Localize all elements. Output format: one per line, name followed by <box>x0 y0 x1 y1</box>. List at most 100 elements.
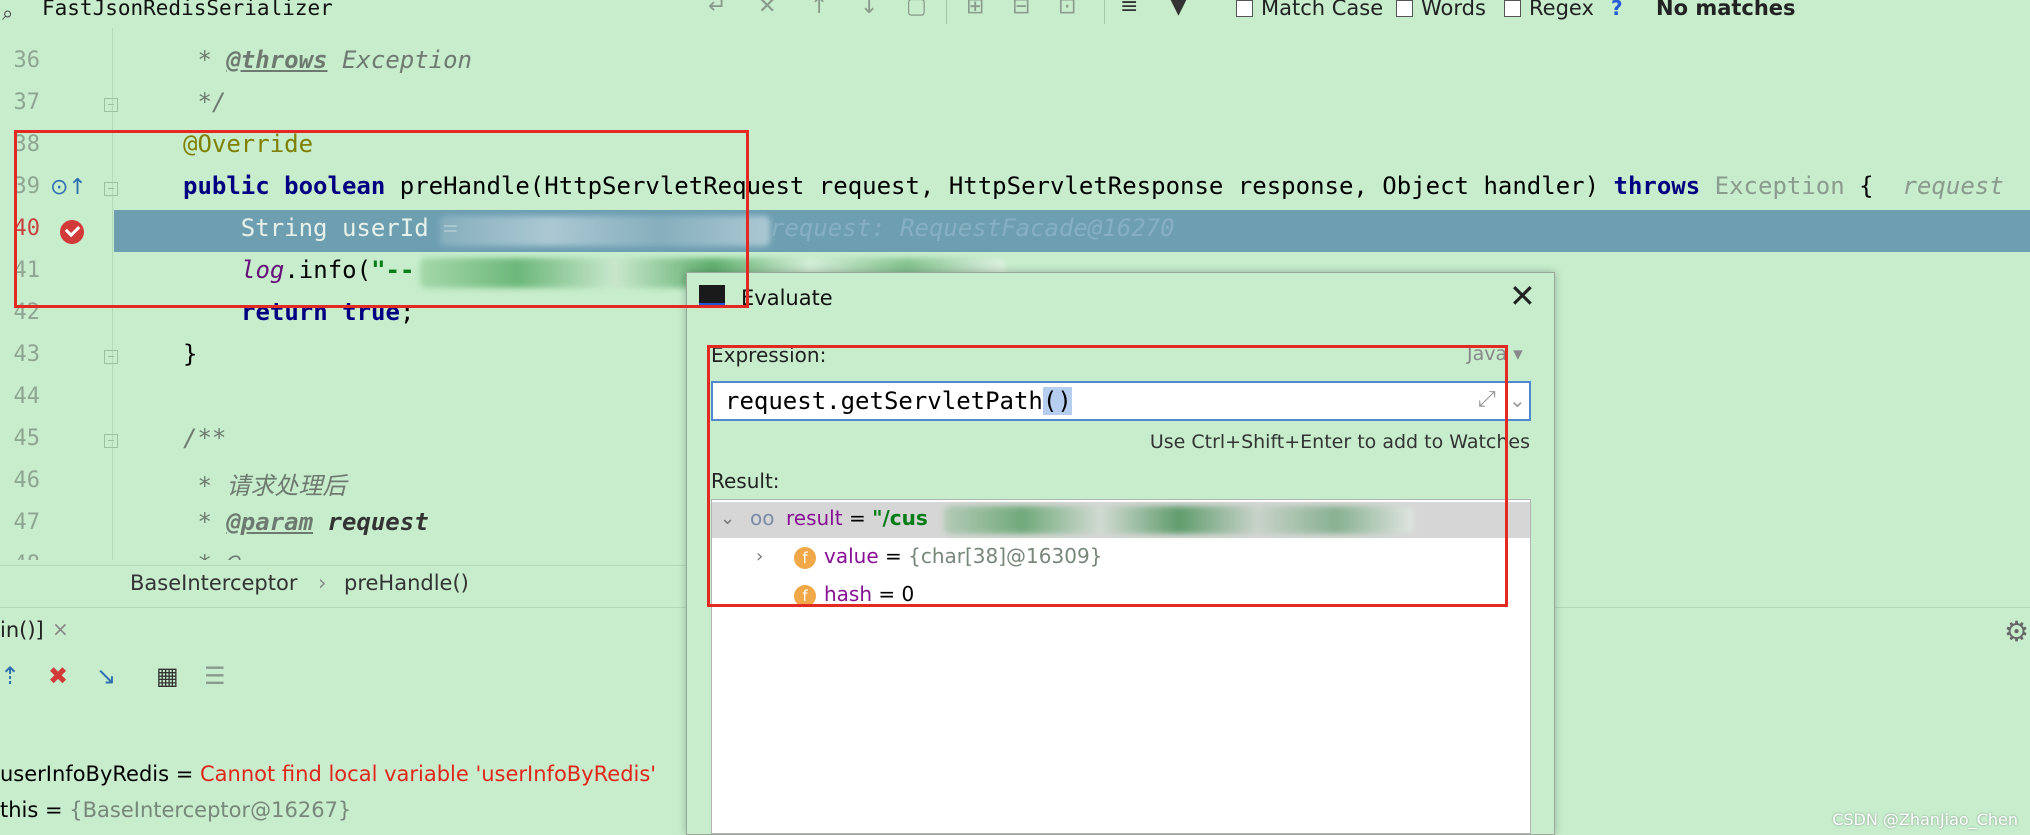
trace-icon[interactable]: ☰ <box>204 662 226 690</box>
breadcrumb: BaseInterceptor › preHandle() <box>0 565 690 606</box>
tree-node-value: {char[38]@16309} <box>908 544 1103 568</box>
checkbox-box[interactable] <box>1236 0 1253 17</box>
line-number: 46 <box>13 468 41 493</box>
checkbox-box[interactable] <box>1504 0 1521 17</box>
search-status: No matches <box>1656 0 1796 20</box>
comment-text: * 请求处理后 <box>183 472 347 500</box>
line-number: 43 <box>13 342 41 367</box>
line-number: 42 <box>13 300 41 325</box>
override-method-icon[interactable]: ⊙↑ <box>50 175 87 200</box>
language-dropdown[interactable]: Java ▾ <box>1467 343 1523 365</box>
code-text: String userId = <box>183 214 472 242</box>
close-icon[interactable]: ✕ <box>1509 277 1536 315</box>
tree-node-equals: = <box>878 544 909 568</box>
tree-node-name: hash <box>824 582 873 606</box>
close-tab-icon[interactable]: × <box>52 617 69 641</box>
line-number: 40 <box>13 216 41 241</box>
watches-hint: Use Ctrl+Shift+Enter to add to Watches <box>1149 431 1530 453</box>
add-occurrence-icon[interactable]: ⊞ <box>966 0 984 19</box>
tree-node-value: 0 <box>901 582 915 606</box>
method-signature: preHandle(HttpServletRequest request, Ht… <box>385 172 1614 200</box>
search-bar: ⌕ FastJsonRedisSerializer ↵ ✕ ↑ ↓ ▢ ⊞ ⊟ … <box>0 0 2030 29</box>
expand-icon[interactable]: ⤢ <box>1478 387 1496 412</box>
chevron-down-icon[interactable]: ⌄ <box>1509 388 1526 412</box>
redacted-region <box>944 506 1414 534</box>
checkbox-box[interactable] <box>1396 0 1413 17</box>
watermark: CSDN @ZhanJiao_Chen <box>1832 810 2018 829</box>
search-icon[interactable]: ⌕ <box>2 1 13 25</box>
keyword: true <box>342 298 400 326</box>
line-number: 47 <box>13 510 41 535</box>
clear-icon[interactable]: ✕ <box>758 0 776 19</box>
field-icon: f <box>794 584 816 607</box>
code-line: 38 @Override <box>0 126 2030 168</box>
chevron-down-icon[interactable]: ⌄ <box>720 508 735 529</box>
line-number: 45 <box>13 426 41 451</box>
tree-node-name: result <box>786 506 843 530</box>
tree-node-value: "/cus <box>872 506 928 530</box>
dialog-title: Evaluate <box>741 286 833 310</box>
javadoc-tag: @throws <box>226 46 328 74</box>
search-input[interactable]: FastJsonRedisSerializer <box>42 0 333 20</box>
replace-icon[interactable]: ↵ <box>708 0 726 19</box>
regex-help-icon[interactable]: ? <box>1611 0 1623 20</box>
previous-occurrence-icon[interactable]: ↑ <box>810 0 828 19</box>
expression-input[interactable]: request.getServletPath() ⤢ ⌄ <box>711 381 1531 421</box>
javadoc-tag: @param <box>226 508 314 536</box>
debug-tab[interactable]: in()] <box>0 618 44 642</box>
regex-checkbox[interactable]: Regex <box>1504 0 1594 20</box>
tree-node-equals: = <box>842 506 873 530</box>
match-case-checkbox[interactable]: Match Case <box>1236 0 1383 20</box>
line-number: 38 <box>13 132 41 157</box>
breakpoint-icon[interactable] <box>60 220 84 244</box>
variable-equals: = <box>38 798 70 822</box>
select-all-icon[interactable]: ⊡ <box>1058 0 1076 19</box>
variable-name: this <box>0 798 39 822</box>
variable-row[interactable]: userInfoByRedis = Cannot find local vari… <box>0 762 656 786</box>
run-to-cursor-icon[interactable]: ↘ <box>96 662 116 690</box>
tree-row-value[interactable]: › f value = {char[38]@16309} <box>712 540 1530 576</box>
select-all-occurrences-icon[interactable]: ▢ <box>906 0 927 19</box>
breadcrumb-method[interactable]: preHandle() <box>344 571 469 595</box>
chevron-right-icon[interactable]: › <box>756 546 763 567</box>
evaluate-dialog: Evaluate ✕ Expression: Java ▾ request.ge… <box>686 272 1555 835</box>
field-reference: log <box>241 256 285 284</box>
fold-marker-icon[interactable] <box>104 434 118 448</box>
gear-icon[interactable]: ⚙ <box>2004 615 2029 648</box>
multiline-icon[interactable]: ≡ <box>1120 0 1138 19</box>
fold-marker-icon[interactable] <box>104 98 118 112</box>
fold-marker-icon[interactable] <box>104 182 118 196</box>
result-label: Result: <box>711 469 780 493</box>
code-text: ; <box>399 298 415 326</box>
filter-icon[interactable]: ▼ <box>1170 0 1187 19</box>
line-number: 36 <box>13 48 41 73</box>
words-checkbox[interactable]: Words <box>1396 0 1486 20</box>
expression-selection: () <box>1042 387 1072 415</box>
variable-row[interactable]: this = {BaseInterceptor@16267} <box>0 798 351 822</box>
words-label: Words <box>1421 0 1486 20</box>
redacted-region <box>440 216 770 246</box>
expression-text: request.getServletPath <box>725 387 1043 415</box>
field-icon: f <box>794 546 816 569</box>
tree-node-equals: = <box>872 582 902 606</box>
keyword: boolean <box>284 172 386 200</box>
fold-marker-icon[interactable] <box>104 350 118 364</box>
next-occurrence-icon[interactable]: ↓ <box>860 0 878 19</box>
breadcrumb-class[interactable]: BaseInterceptor <box>130 571 297 595</box>
remove-occurrence-icon[interactable]: ⊟ <box>1012 0 1030 19</box>
evaluate-expression-icon[interactable]: ▦ <box>156 662 179 690</box>
comment-text: * <box>183 46 227 74</box>
comment-text: */ <box>183 88 227 116</box>
drop-frame-icon[interactable]: ✖ <box>48 662 68 690</box>
code-text: .info( <box>284 256 372 284</box>
tree-row-hash[interactable]: f hash = 0 <box>712 578 1530 614</box>
comment-text: * <box>183 508 227 536</box>
line-number: 37 <box>13 90 41 115</box>
regex-label: Regex <box>1529 0 1594 20</box>
inline-debug-hint: request: RequestFacade@16270 <box>770 214 1175 242</box>
tree-row-result[interactable]: ⌄ oo result = "/cus <box>712 502 1530 538</box>
result-tree[interactable]: ⌄ oo result = "/cus › f value = {char[38]… <box>711 499 1531 834</box>
step-out-icon[interactable]: ⇡ <box>0 662 20 690</box>
toolbar-separator <box>946 0 947 24</box>
comment-text: request <box>313 508 429 536</box>
